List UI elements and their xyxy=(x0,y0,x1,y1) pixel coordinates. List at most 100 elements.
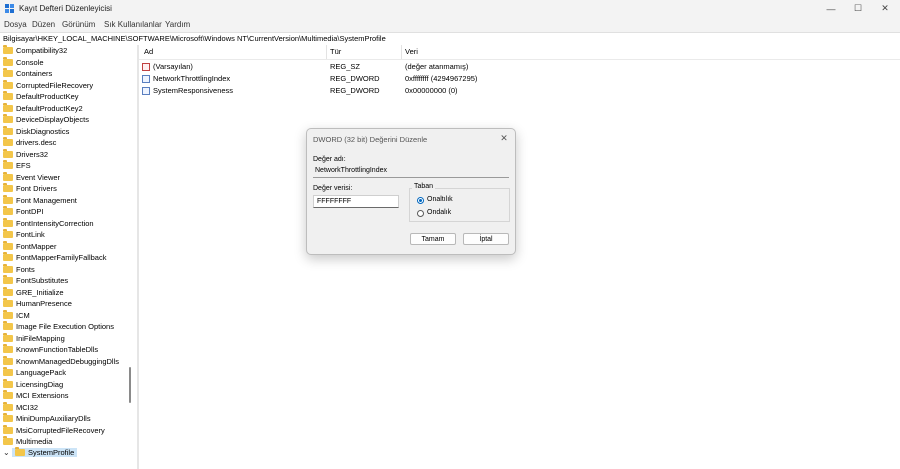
minimize-button[interactable]: — xyxy=(816,0,846,17)
tree-item[interactable]: Compatibility32 xyxy=(3,45,67,56)
tree-item[interactable]: CorruptedFileRecovery xyxy=(3,79,93,91)
dialog-title: DWORD (32 bit) Değerini Düzenle xyxy=(313,135,428,144)
table-row[interactable]: NetworkThrottlingIndex REG_DWORD 0xfffff… xyxy=(139,73,900,85)
value-name-field[interactable]: NetworkThrottlingIndex xyxy=(313,166,509,178)
dialog-close-button[interactable]: ✕ xyxy=(498,132,510,144)
tree-scrollbar[interactable] xyxy=(129,367,131,403)
menu-edit[interactable]: Düzen xyxy=(32,20,55,29)
chevron-down-icon[interactable]: ⌄ xyxy=(3,448,11,457)
column-separator[interactable] xyxy=(326,45,327,59)
tree-item[interactable]: Drivers32 xyxy=(3,148,48,160)
folder-icon xyxy=(3,401,13,411)
radio-decimal-label[interactable]: Ondalık xyxy=(427,209,451,216)
tree-item[interactable]: KnownManagedDebuggingDlls xyxy=(3,355,119,367)
base-label: Taban xyxy=(412,183,436,190)
value-name: NetworkThrottlingIndex xyxy=(153,74,231,83)
tree-item[interactable]: DefaultProductKey2 xyxy=(3,102,83,114)
folder-icon xyxy=(3,436,13,445)
menu-file[interactable]: Dosya xyxy=(4,20,27,29)
radio-hexadecimal[interactable] xyxy=(417,197,424,204)
tree-item[interactable]: ICM xyxy=(3,309,30,321)
tree-item[interactable]: GRE_Initialize xyxy=(3,286,64,298)
folder-icon xyxy=(3,252,13,261)
tree-item[interactable]: Multimedia xyxy=(3,436,52,447)
tree-item[interactable]: MCI Extensions xyxy=(3,390,69,401)
table-row[interactable]: SystemResponsiveness REG_DWORD 0x0000000… xyxy=(139,85,900,97)
selected-key[interactable]: SystemProfile xyxy=(12,447,78,457)
tree-item[interactable]: EFS xyxy=(3,160,31,171)
registry-editor-icon xyxy=(5,4,14,13)
tree-item[interactable]: HumanPresence xyxy=(3,298,72,309)
maximize-button[interactable]: ☐ xyxy=(843,0,873,17)
tree-item[interactable]: MiniDumpAuxiliaryDlls xyxy=(3,413,91,424)
value-name-text: NetworkThrottlingIndex xyxy=(315,167,387,174)
folder-icon xyxy=(3,355,13,365)
folder-icon xyxy=(3,148,13,158)
header-divider xyxy=(139,59,900,60)
tree-item[interactable]: Font Drivers xyxy=(3,183,57,194)
menu-view[interactable]: Görünüm xyxy=(62,20,95,29)
folder-icon xyxy=(3,240,13,250)
string-value-icon xyxy=(142,63,150,71)
value-data-text: FFFFFFFF xyxy=(317,198,352,205)
folder-icon xyxy=(3,68,13,77)
folder-icon xyxy=(3,183,13,192)
column-separator[interactable] xyxy=(401,45,402,59)
cancel-button[interactable]: İptal xyxy=(463,233,509,245)
tree-item[interactable]: Image File Execution Options xyxy=(3,321,114,332)
radio-hexadecimal-label[interactable]: Onaltılık xyxy=(427,196,453,203)
tree-item[interactable]: drivers.desc xyxy=(3,137,56,148)
tree-item[interactable]: FontDPI xyxy=(3,206,44,217)
tree-item[interactable]: Fonts xyxy=(3,263,35,275)
tree-item[interactable]: LicensingDiag xyxy=(3,378,63,390)
tree-item[interactable]: DeviceDisplayObjects xyxy=(3,114,89,125)
values-list: Ad Tür Veri (Varsayılan) REG_SZ (değer a… xyxy=(139,45,900,469)
value-type: REG_DWORD xyxy=(330,86,380,95)
menu-favorites[interactable]: Sık Kullanılanlar xyxy=(104,20,162,29)
tree-item[interactable]: MCI32 xyxy=(3,401,38,413)
tree-item[interactable]: DefaultProductKey xyxy=(3,91,79,102)
value-data: (değer atanmamış) xyxy=(405,62,469,71)
column-header-data[interactable]: Veri xyxy=(405,47,418,56)
value-name: SystemResponsiveness xyxy=(153,86,234,95)
tree-item[interactable]: LanguagePack xyxy=(3,367,66,378)
folder-icon xyxy=(3,413,13,422)
tree-item[interactable]: Event Viewer xyxy=(3,171,60,183)
edit-dword-dialog: DWORD (32 bit) Değerini Düzenle ✕ Değer … xyxy=(306,128,516,255)
folder-icon xyxy=(3,390,13,399)
tree-item[interactable]: IniFileMapping xyxy=(3,332,65,344)
folder-icon xyxy=(3,309,13,319)
tree-item[interactable]: KnownFunctionTableDlls xyxy=(3,344,98,355)
menu-help[interactable]: Yardım xyxy=(165,20,190,29)
window-title: Kayıt Defteri Düzenleyicisi xyxy=(19,4,112,13)
menu-bar: Dosya Düzen Görünüm Sık Kullanılanlar Ya… xyxy=(0,17,900,32)
value-type: REG_DWORD xyxy=(330,74,380,83)
tree-item[interactable]: MsiCorruptedFileRecovery xyxy=(3,424,105,436)
value-data-input[interactable]: FFFFFFFF xyxy=(313,195,399,208)
address-bar[interactable]: Bilgisayar\HKEY_LOCAL_MACHINE\SOFTWARE\M… xyxy=(0,32,900,46)
tree-item[interactable]: Containers xyxy=(3,68,52,79)
dword-value-icon xyxy=(142,75,150,83)
address-path: Bilgisayar\HKEY_LOCAL_MACHINE\SOFTWARE\M… xyxy=(3,34,386,43)
tree-item[interactable]: DiskDiagnostics xyxy=(3,125,69,137)
tree-item[interactable]: Font Management xyxy=(3,194,77,206)
folder-icon xyxy=(3,321,13,330)
tree-item[interactable]: Console xyxy=(3,56,44,68)
tree-item[interactable]: FontLink xyxy=(3,229,45,240)
table-row[interactable]: (Varsayılan) REG_SZ (değer atanmamış) xyxy=(139,61,900,73)
value-data: 0xffffffff (4294967295) xyxy=(405,74,478,83)
column-header-name[interactable]: Ad xyxy=(144,47,153,56)
radio-decimal[interactable] xyxy=(417,210,424,217)
folder-icon xyxy=(3,263,13,273)
tree-item[interactable]: FontMapperFamilyFallback xyxy=(3,252,106,263)
folder-icon xyxy=(3,160,13,169)
tree-item[interactable]: FontSubstitutes xyxy=(3,275,68,286)
tree-item[interactable]: FontIntensityCorrection xyxy=(3,217,94,229)
tree-item[interactable]: FontMapper xyxy=(3,240,56,252)
ok-button[interactable]: Tamam xyxy=(410,233,456,245)
column-header-type[interactable]: Tür xyxy=(330,47,341,56)
folder-icon xyxy=(3,102,13,112)
close-button[interactable]: ✕ xyxy=(870,0,900,17)
tree-item-selected[interactable]: ⌄ SystemProfile xyxy=(3,447,78,458)
dword-value-icon xyxy=(142,87,150,95)
